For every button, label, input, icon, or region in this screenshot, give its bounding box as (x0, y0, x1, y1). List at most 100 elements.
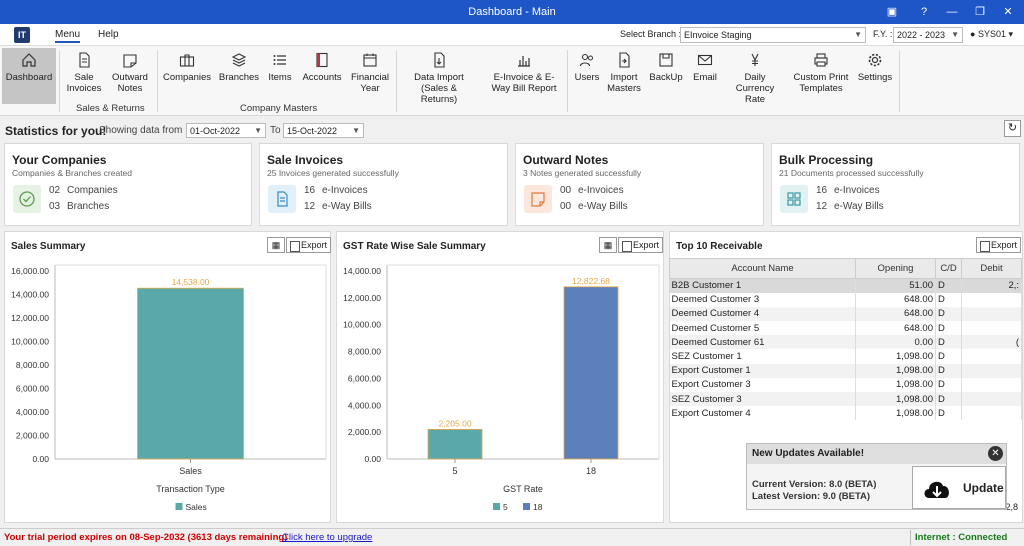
gst-summary-title: GST Rate Wise Sale Summary (343, 241, 486, 252)
card-subtitle: 21 Documents processed successfully (779, 168, 924, 178)
backup-button[interactable]: BackUp (649, 50, 683, 83)
data-import-button[interactable]: Data Import (Sales & Returns) (402, 50, 476, 105)
data-label: 14,538.00 (172, 277, 210, 287)
email-label: Email (693, 72, 717, 83)
tab-help[interactable]: Help (98, 29, 119, 40)
table-row[interactable]: Deemed Customer 5 648.00 D (669, 321, 1022, 336)
table-cell: Export Customer 4 (669, 406, 856, 421)
user-name: SYS01 (977, 29, 1006, 39)
table-cell: Export Customer 3 (669, 377, 856, 392)
outward-notes-label: Outward Notes (112, 72, 148, 94)
update-button-label: Update (963, 481, 1004, 495)
y-tick-label: 6,000.00 (348, 373, 381, 383)
column-header[interactable]: Account Name (669, 258, 856, 279)
user-menu[interactable]: ● SYS01 ▾ (970, 29, 1013, 40)
table-cell: 1,098.00 (855, 349, 936, 364)
update-button[interactable]: Update (912, 466, 1006, 509)
import-masters-button[interactable]: Import Masters (606, 50, 642, 94)
x-axis-label: GST Rate (503, 484, 543, 494)
grid-view-button[interactable]: ▦ (599, 237, 617, 253)
data-label: 2,205.00 (438, 418, 471, 428)
financial-year-button[interactable]: Financial Year (349, 50, 391, 94)
card-row: 16 e-Invoices (816, 185, 880, 196)
card-row: 00 e-Way Bills (560, 201, 628, 212)
items-button[interactable]: Items (265, 50, 295, 83)
email-button[interactable]: Email (690, 50, 720, 83)
export-button[interactable]: Export (976, 237, 1022, 253)
refresh-button[interactable]: ↻ (1004, 120, 1021, 137)
table-cell (961, 349, 1022, 364)
cloud-download-icon (924, 481, 949, 498)
from-date-picker[interactable]: 01-Oct-2022 ▼ (186, 123, 266, 138)
maximize-button[interactable]: ❐ (968, 0, 992, 24)
table-cell: 648.00 (855, 306, 936, 322)
column-header[interactable]: C/D (935, 258, 962, 279)
upgrade-link[interactable]: Click here to upgrade (282, 532, 372, 543)
minimize-button[interactable]: — (940, 0, 964, 24)
invoice-icon (268, 185, 296, 213)
table-row[interactable]: Export Customer 3 1,098.00 D (669, 377, 1022, 392)
y-tick-label: 12,000.00 (343, 293, 381, 303)
app-logo: IT (14, 27, 30, 43)
y-tick-label: 10,000.00 (11, 337, 49, 347)
table-cell: D (935, 321, 962, 336)
dashboard-button[interactable]: Dashboard (2, 48, 56, 104)
tab-menu[interactable]: Menu (55, 29, 81, 43)
table-row[interactable]: Deemed Customer 61 0.00 D( (669, 335, 1022, 350)
mail-icon (697, 54, 713, 66)
financial-year-label: Financial Year (350, 72, 390, 94)
column-header[interactable]: Opening (855, 258, 936, 279)
grid-view-button[interactable]: ▦ (267, 237, 285, 253)
column-header[interactable]: Debit (961, 258, 1022, 279)
companies-button[interactable]: Companies (162, 50, 212, 83)
sale-invoices-button[interactable]: Sale Invoices (64, 50, 104, 94)
bar-5 (427, 428, 483, 460)
table-row[interactable]: Export Customer 4 1,098.00 D (669, 406, 1022, 421)
trial-message: Your trial period expires on 08-Sep-2032… (4, 532, 288, 543)
export-button[interactable]: Export (286, 237, 332, 253)
file-import-icon (619, 52, 630, 68)
grid-icon: ▦ (603, 240, 613, 250)
sales-summary-chart: 16,000.00 14,000.00 12,000.00 10,000.00 8,00… (11, 264, 327, 512)
note-icon (123, 54, 137, 68)
outward-notes-button[interactable]: Outward Notes (108, 50, 152, 94)
branches-button[interactable]: Branches (218, 50, 260, 83)
table-row[interactable]: SEZ Customer 3 1,098.00 D (669, 392, 1022, 407)
printer-icon (814, 53, 828, 67)
branch-select[interactable]: EInvoice Staging ▼ (680, 27, 866, 43)
table-row[interactable]: Deemed Customer 4 648.00 D (669, 306, 1022, 322)
daily-rate-button[interactable]: Daily Currency Rate (726, 50, 784, 105)
x-tick-label: 5 (452, 466, 457, 476)
branch-value: EInvoice Staging (684, 30, 752, 40)
check-circle-icon (13, 185, 41, 213)
sale-invoices-label: Sale Invoices (66, 72, 102, 94)
close-icon[interactable]: ✕ (988, 446, 1003, 461)
update-popup: New Updates Available! ✕ Current Version… (746, 443, 1007, 510)
legend-swatch (493, 503, 500, 510)
legend-swatch (175, 503, 183, 510)
table-cell: ( (961, 335, 1022, 350)
export-button[interactable]: Export (618, 237, 664, 253)
statistics-bar: Statistics for you! Showing data from 01… (0, 117, 1024, 141)
pin-icon[interactable]: ▣ (880, 0, 904, 24)
settings-button[interactable]: Settings (856, 50, 894, 83)
custom-print-button[interactable]: Custom Print Templates (792, 50, 850, 94)
users-button[interactable]: Users (572, 50, 602, 83)
fy-select[interactable]: 2022 - 2023 ▼ (893, 27, 963, 43)
table-row[interactable]: B2B Customer 1 51.00 D 2,: (669, 278, 1022, 293)
accounts-button[interactable]: Accounts (300, 50, 344, 83)
document-icon (79, 52, 90, 68)
einvoice-report-button[interactable]: E-Invoice & E-Way Bill Report (487, 50, 561, 94)
y-tick-label: 2,000.00 (16, 431, 49, 441)
table-row[interactable]: Export Customer 1 1,098.00 D (669, 363, 1022, 378)
to-date-picker[interactable]: 15-Oct-2022 ▼ (283, 123, 364, 138)
card-row: 12 e-Way Bills (304, 201, 372, 212)
table-row[interactable]: Deemed Customer 3 648.00 D (669, 292, 1022, 307)
table-cell: D (935, 278, 962, 293)
card-title: Your Companies (12, 153, 107, 167)
help-icon[interactable]: ? (912, 0, 936, 24)
table-row[interactable]: SEZ Customer 1 1,098.00 D (669, 349, 1022, 364)
table-cell: D (935, 335, 962, 350)
close-button[interactable]: ✕ (996, 0, 1020, 24)
table-cell: 0.00 (855, 335, 936, 350)
